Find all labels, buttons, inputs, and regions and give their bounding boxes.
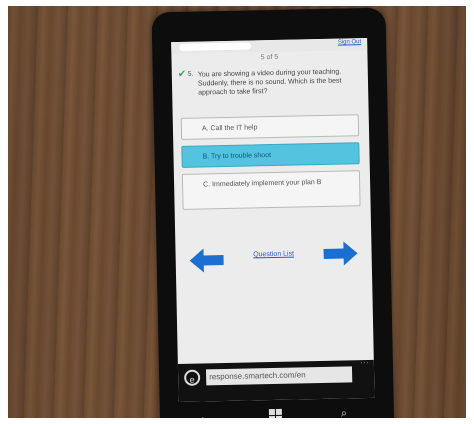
browser-address-bar: ... e response.smartech.com/en <box>177 356 375 403</box>
url-field[interactable]: response.smartech.com/en <box>205 366 353 386</box>
back-icon[interactable]: ← <box>199 409 211 418</box>
option-c[interactable]: C. Immediately implement your plan B <box>181 170 361 210</box>
more-menu-icon[interactable]: ... <box>360 356 370 365</box>
previous-arrow-icon[interactable] <box>189 247 224 274</box>
navigation-row: Question List <box>175 238 372 282</box>
check-icon: ✔ <box>177 68 187 80</box>
question-text: You are showing a video during your teac… <box>197 68 342 97</box>
question-counter: 5 of 5 <box>260 53 279 62</box>
sign-out-link[interactable]: Sign Out <box>338 39 361 45</box>
windows-icon[interactable] <box>268 408 283 418</box>
photo-background: Sign Out 5 of 5 ✔ 5. You are showing a v… <box>8 6 466 418</box>
hardware-buttons: ← ⌕ <box>179 404 375 418</box>
question-number: 5. <box>187 70 194 78</box>
phone-device: Sign Out 5 of 5 ✔ 5. You are showing a v… <box>151 7 395 418</box>
next-arrow-icon[interactable] <box>323 240 358 267</box>
option-b-selected[interactable]: B. Try to trouble shoot <box>181 142 360 168</box>
browser-icon: e <box>183 369 201 386</box>
option-a[interactable]: A. Call the IT help <box>180 114 360 140</box>
search-icon[interactable]: ⌕ <box>341 407 347 418</box>
option-a-label: A. Call the IT help <box>201 124 258 133</box>
option-c-label: C. Immediately implement your plan B <box>203 178 322 189</box>
option-b-label: B. Try to trouble shoot <box>202 152 272 161</box>
phone-screen: Sign Out 5 of 5 ✔ 5. You are showing a v… <box>171 37 375 403</box>
screen-glare <box>179 42 252 51</box>
question-list-link[interactable]: Question List <box>234 250 314 259</box>
